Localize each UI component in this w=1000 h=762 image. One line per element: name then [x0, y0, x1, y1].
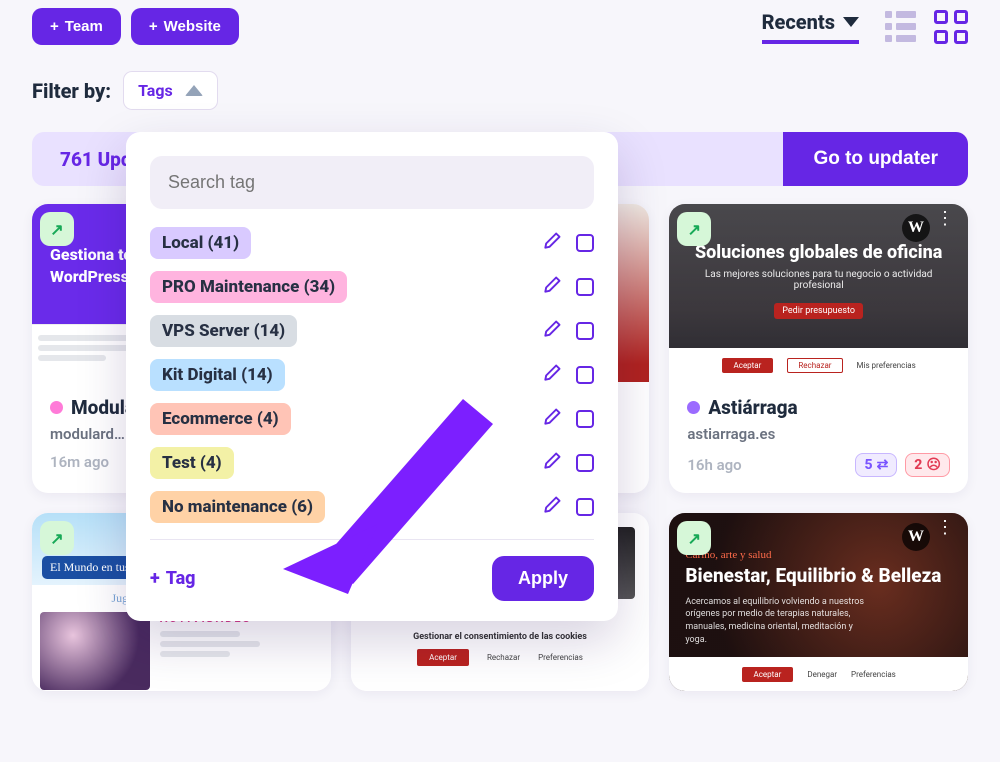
- plus-icon: +: [50, 18, 59, 35]
- tag-checkbox[interactable]: [576, 498, 594, 516]
- sync-badge: 5⇄: [855, 453, 897, 477]
- thumb-headline: Soluciones globales de oficina: [681, 242, 956, 263]
- tag-row: Test (4): [150, 447, 594, 479]
- tag-pill[interactable]: VPS Server (14): [150, 315, 297, 347]
- thumb-subtitle: Las mejores soluciones para tu negocio o…: [681, 269, 956, 291]
- edit-tag-icon[interactable]: [542, 451, 562, 475]
- wordpress-icon: W: [902, 214, 930, 242]
- plus-icon: +: [150, 568, 160, 589]
- chevron-up-icon: [185, 85, 203, 96]
- edit-tag-icon[interactable]: [542, 275, 562, 299]
- thumb-tagline: Cariño, arte y salud: [685, 549, 952, 561]
- tag-pill[interactable]: PRO Maintenance (34): [150, 271, 347, 303]
- plus-icon: +: [149, 18, 158, 35]
- filter-tags-button[interactable]: Tags: [123, 71, 218, 110]
- sort-dropdown[interactable]: Recents: [762, 10, 859, 44]
- tag-pill[interactable]: No maintenance (6): [150, 491, 325, 523]
- edit-tag-icon[interactable]: [542, 407, 562, 431]
- filter-by-label: Filter by:: [32, 79, 111, 103]
- open-site-icon[interactable]: ↗: [677, 212, 711, 246]
- tag-row: No maintenance (6): [150, 491, 594, 523]
- tag-checkbox[interactable]: [576, 234, 594, 252]
- tag-checkbox[interactable]: [576, 366, 594, 384]
- filter-tags-label: Tags: [138, 81, 173, 100]
- add-tag-label: Tag: [166, 568, 196, 589]
- open-site-icon[interactable]: ↗: [40, 212, 74, 246]
- apply-tags-button[interactable]: Apply: [492, 556, 594, 601]
- site-card[interactable]: ↗ W ⋮ Cariño, arte y salud Bienestar, Eq…: [669, 513, 968, 691]
- chevron-down-icon: [843, 17, 859, 27]
- tag-search-input[interactable]: [150, 156, 594, 209]
- status-dot: [687, 401, 700, 414]
- grid-view-button[interactable]: [934, 10, 968, 44]
- site-domain: astiarraga.es: [687, 425, 950, 443]
- status-dot: [50, 401, 63, 414]
- add-tag-button[interactable]: + Tag: [150, 568, 196, 589]
- tag-checkbox[interactable]: [576, 278, 594, 296]
- thumb-body: Acercamos al equilibrio volviendo a nues…: [685, 596, 865, 646]
- card-menu-icon[interactable]: ⋮: [936, 525, 954, 531]
- wordpress-icon: W: [902, 523, 930, 551]
- tag-pill[interactable]: Test (4): [150, 447, 234, 479]
- edit-tag-icon[interactable]: [542, 495, 562, 519]
- tag-row: PRO Maintenance (34): [150, 271, 594, 303]
- site-card[interactable]: ↗ W ⋮ Soluciones globales de oficina Las…: [669, 204, 968, 493]
- tag-pill[interactable]: Ecommerce (4): [150, 403, 291, 435]
- thumb-headline: Bienestar, Equilibrio & Belleza: [685, 565, 952, 588]
- go-to-updater-button[interactable]: Go to updater: [783, 132, 968, 186]
- tags-dropdown: Local (41) PRO Maintenance (34) VPS Server…: [126, 132, 618, 621]
- tag-row: Kit Digital (14): [150, 359, 594, 391]
- tag-checkbox[interactable]: [576, 410, 594, 428]
- sort-label: Recents: [762, 10, 835, 34]
- add-team-button[interactable]: + Team: [32, 8, 121, 45]
- open-site-icon[interactable]: ↗: [677, 521, 711, 555]
- tag-row: Local (41): [150, 227, 594, 259]
- tag-row: VPS Server (14): [150, 315, 594, 347]
- error-badge: 2☹: [905, 453, 950, 477]
- edit-tag-icon[interactable]: [542, 231, 562, 255]
- site-title: Astiárraga: [708, 396, 797, 419]
- edit-tag-icon[interactable]: [542, 319, 562, 343]
- tag-row: Ecommerce (4): [150, 403, 594, 435]
- add-website-label: Website: [164, 18, 221, 35]
- last-sync: 16h ago: [687, 456, 741, 474]
- tag-checkbox[interactable]: [576, 454, 594, 472]
- card-menu-icon[interactable]: ⋮: [936, 216, 954, 222]
- last-sync: 16m ago: [50, 453, 109, 471]
- tag-checkbox[interactable]: [576, 322, 594, 340]
- add-team-label: Team: [65, 18, 103, 35]
- tag-pill[interactable]: Local (41): [150, 227, 251, 259]
- open-site-icon[interactable]: ↗: [40, 521, 74, 555]
- list-view-button[interactable]: [885, 11, 916, 42]
- thumb-image: [40, 612, 150, 690]
- tag-pill[interactable]: Kit Digital (14): [150, 359, 285, 391]
- edit-tag-icon[interactable]: [542, 363, 562, 387]
- add-website-button[interactable]: + Website: [131, 8, 239, 45]
- thumb-cta: Pedir presupuesto: [774, 303, 863, 319]
